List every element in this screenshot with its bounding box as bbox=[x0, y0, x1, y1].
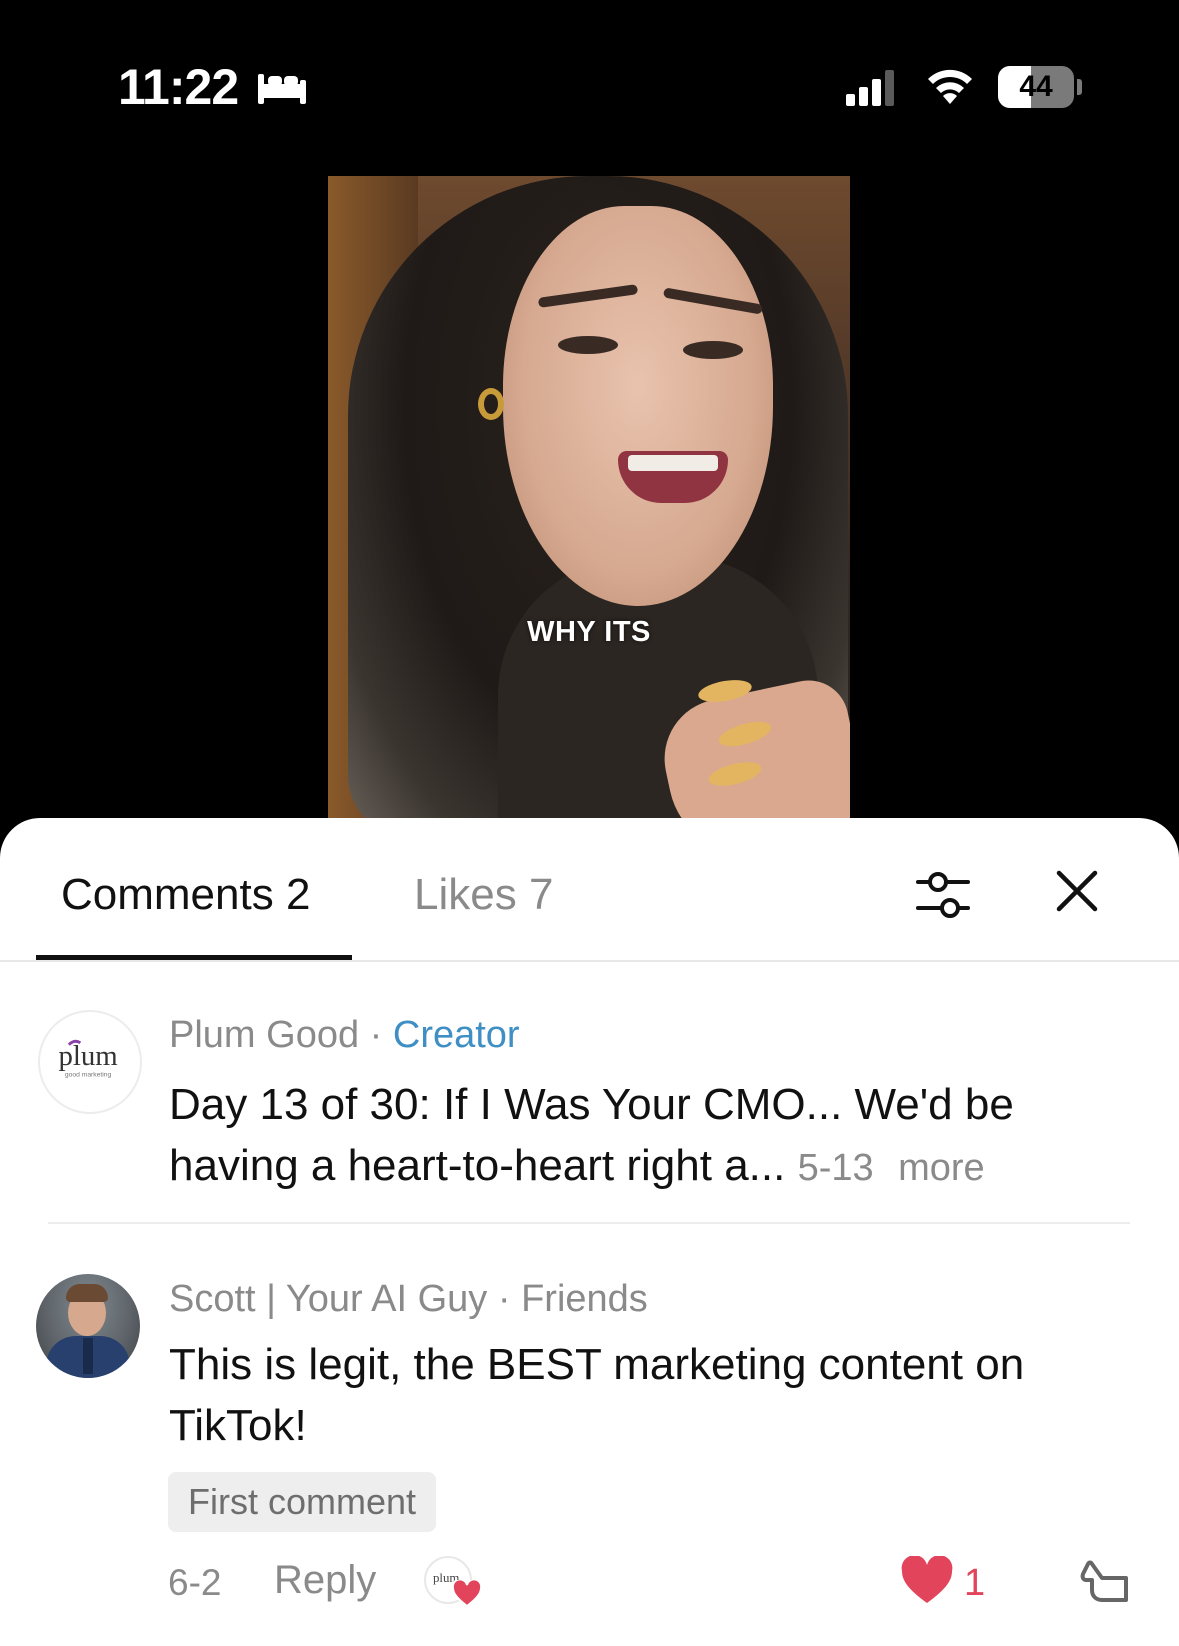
comment-author[interactable]: Plum Good · Creator bbox=[169, 1014, 520, 1057]
like-count: 1 bbox=[964, 1562, 986, 1604]
wifi-icon bbox=[928, 69, 972, 104]
comment-author[interactable]: Scott | Your AI Guy · Friends bbox=[169, 1278, 648, 1321]
comment-date: 5-13 bbox=[797, 1147, 874, 1189]
cellular-signal-icon bbox=[846, 70, 894, 106]
svg-text:plum: plum bbox=[58, 1040, 117, 1072]
tab-likes[interactable]: Likes 7 bbox=[414, 870, 553, 920]
comment-text: This is legit, the BEST marketing conten… bbox=[169, 1340, 1025, 1450]
creator-liked-badge: plum bbox=[424, 1556, 482, 1612]
svg-text:good marketing: good marketing bbox=[65, 1071, 112, 1078]
avatar-plum-good[interactable]: plum good marketing bbox=[38, 1010, 142, 1114]
creator-tag: Creator bbox=[392, 1014, 520, 1056]
reply-button[interactable]: Reply bbox=[274, 1558, 376, 1603]
avatar-scott[interactable] bbox=[36, 1274, 140, 1378]
bed-icon bbox=[258, 74, 306, 104]
first-comment-badge: First comment bbox=[168, 1472, 437, 1532]
comments-sheet: Comments 2 Likes 7 plum good marketing P… bbox=[0, 818, 1179, 1646]
comment-date: 6-2 bbox=[168, 1562, 222, 1603]
heart-icon[interactable] bbox=[900, 1556, 954, 1606]
tabs-divider bbox=[0, 960, 1179, 962]
comment-text: Day 13 of 30: If I Was Your CMO... We'd … bbox=[169, 1080, 1014, 1190]
video-preview[interactable]: WHY ITS bbox=[328, 176, 850, 836]
battery-icon: 44 bbox=[998, 66, 1082, 108]
plum-logo: plum good marketing bbox=[58, 1039, 118, 1078]
filter-sliders-icon[interactable] bbox=[914, 868, 972, 922]
status-time: 11:22 bbox=[118, 59, 239, 115]
more-link[interactable]: more bbox=[898, 1147, 985, 1189]
close-icon[interactable] bbox=[1054, 868, 1100, 914]
battery-level: 44 bbox=[1019, 70, 1053, 103]
video-caption: WHY ITS bbox=[527, 616, 651, 648]
tab-comments[interactable]: Comments 2 bbox=[61, 870, 310, 920]
comment-divider bbox=[48, 1222, 1130, 1224]
heart-icon bbox=[452, 1580, 482, 1608]
status-bar: 11:22 44 bbox=[0, 0, 1179, 170]
friends-tag: Friends bbox=[521, 1278, 648, 1320]
thumbs-down-icon[interactable] bbox=[1080, 1556, 1132, 1608]
